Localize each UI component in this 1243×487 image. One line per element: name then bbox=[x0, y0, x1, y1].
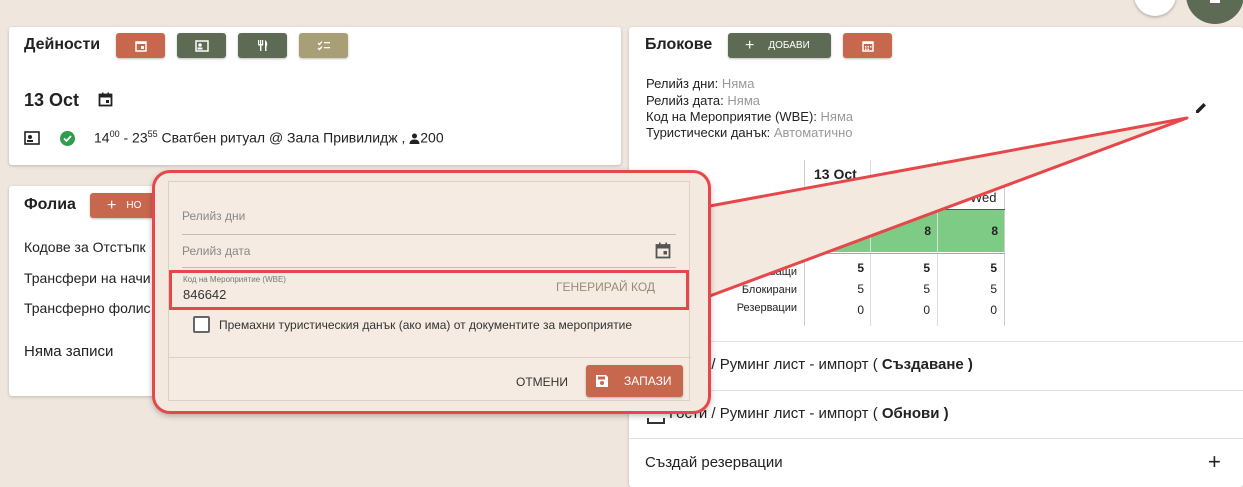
grid-total-cell: 8 bbox=[871, 210, 937, 252]
release-days-field[interactable]: Релийз дни bbox=[182, 209, 245, 223]
grid-cell: 0 bbox=[923, 303, 930, 317]
tourist-tax-row: Туристически данък: Автоматично bbox=[646, 125, 853, 140]
remove-tax-label: Премахни туристическия данък (ако има) о… bbox=[219, 318, 633, 332]
grid-total-cell: 8 bbox=[938, 210, 1004, 252]
tourist-tax-value: Автоматично bbox=[773, 125, 853, 140]
blocks-calendar-button[interactable] bbox=[843, 33, 892, 58]
event-code-value: Няма bbox=[820, 109, 854, 124]
activities-date: 13 Oct bbox=[24, 90, 80, 110]
generate-code-button[interactable]: ГЕНЕРИРАЙ КОД bbox=[556, 280, 655, 294]
floppy-disk-icon bbox=[596, 375, 608, 387]
release-date-field[interactable]: Релийз дата bbox=[182, 244, 250, 258]
import-icon bbox=[647, 418, 665, 424]
release-date-value: Няма bbox=[727, 93, 760, 108]
event-code-row: Код на Мероприятие (WBE): Няма bbox=[646, 109, 853, 124]
grid-cell: 5 bbox=[857, 261, 864, 275]
activities-title: Дейности bbox=[24, 36, 101, 53]
grid-cell: 5 bbox=[923, 261, 930, 275]
avatar-button[interactable] bbox=[1134, 0, 1176, 16]
popup-dialog: Релийз дни Релийз дата Код на Мероприяти… bbox=[168, 181, 691, 401]
calendar-button[interactable] bbox=[116, 33, 165, 58]
event-contact-icon bbox=[24, 131, 40, 145]
tourist-tax-label: Туристически данък: bbox=[646, 125, 771, 140]
calendar-icon bbox=[134, 40, 147, 52]
grid-total-cell: 8 bbox=[805, 210, 870, 252]
checklist-icon bbox=[317, 41, 330, 51]
cancel-button[interactable]: ОТМЕНИ bbox=[516, 375, 568, 389]
release-date-picker-icon[interactable] bbox=[655, 242, 671, 259]
edit-icon[interactable] bbox=[1194, 101, 1208, 115]
grid-day-header: Wed bbox=[970, 190, 997, 205]
release-days-row: Релийз дни: Няма bbox=[646, 76, 754, 91]
grid-cell: 5 bbox=[857, 282, 864, 296]
folio-add-label: НО bbox=[126, 200, 142, 211]
check-circle-icon bbox=[60, 131, 75, 146]
folio-item[interactable]: Кодове за Отстъпк bbox=[24, 239, 146, 255]
blocks-add-button[interactable]: + ДОБАВИ bbox=[728, 33, 831, 58]
rooming-import-create[interactable]: Гости / Руминг лист - импорт ( Създаване… bbox=[669, 356, 973, 373]
event-start-min: 00 bbox=[109, 129, 120, 139]
grid-cell: 0 bbox=[990, 303, 997, 317]
activities-card: Дейности 13 Oct 1400 - 2355 Сватбен риту… bbox=[9, 27, 621, 165]
plus-icon[interactable]: + bbox=[1208, 451, 1221, 473]
divider bbox=[629, 438, 1243, 439]
event-guests: 200 bbox=[420, 129, 444, 146]
checklist-button[interactable] bbox=[299, 33, 348, 58]
fab-icon bbox=[1210, 0, 1220, 3]
folio-item[interactable]: Трансфери на начи bbox=[24, 270, 151, 286]
blocks-add-label: ДОБАВИ bbox=[768, 40, 810, 51]
rooming-import-update[interactable]: Гости / Руминг лист - импорт ( Обнови ) bbox=[669, 405, 949, 422]
grid-row-label: Оставащи bbox=[744, 266, 797, 278]
blocks-title: Блокове bbox=[645, 36, 713, 53]
event-code-field-label: Код на Мероприятие (WBE) bbox=[183, 275, 286, 284]
blocks-grid: 13 Oct Wed 8 8 8 5 5 5 5 5 5 0 0 0 bbox=[804, 160, 1006, 326]
person-icon bbox=[409, 133, 420, 144]
folio-item[interactable]: Трансферно фолис bbox=[24, 300, 151, 316]
create-reservations-label[interactable]: Създай резервации bbox=[645, 454, 783, 471]
blocks-card: Блокове + ДОБАВИ Релийз дни: Няма Релийз … bbox=[629, 27, 1243, 487]
remove-tax-checkbox[interactable] bbox=[193, 316, 210, 333]
event-code-field[interactable]: Код на Мероприятие (WBE) 846642 ГЕНЕРИРА… bbox=[169, 270, 689, 310]
save-button[interactable]: ЗАПАЗИ bbox=[586, 365, 683, 397]
event-code-label: Код на Мероприятие (WBE): bbox=[646, 109, 817, 124]
grid-date-header: 13 Oct bbox=[814, 166, 857, 182]
folios-empty-text: Няма записи bbox=[24, 343, 114, 360]
restaurant-button[interactable] bbox=[238, 33, 287, 58]
save-label: ЗАПАЗИ bbox=[624, 374, 672, 388]
plus-icon: + bbox=[745, 36, 755, 54]
calendar-grid-icon bbox=[861, 40, 874, 52]
grid-cell: 5 bbox=[990, 282, 997, 296]
event-line[interactable]: 1400 - 2355 Сватбен ритуал @ Зала Привил… bbox=[94, 129, 444, 146]
grid-row-label: Резервации bbox=[736, 302, 797, 314]
event-text: Сватбен ритуал @ Зала Привилидж , bbox=[161, 129, 406, 146]
release-date-row: Релийз дата: Няма bbox=[646, 93, 760, 108]
date-picker-icon[interactable] bbox=[98, 92, 113, 107]
event-code-field-value: 846642 bbox=[183, 287, 227, 302]
fab-button[interactable] bbox=[1186, 0, 1243, 24]
contact-button[interactable] bbox=[177, 33, 226, 58]
contact-card-icon bbox=[194, 39, 209, 52]
event-end-min: 55 bbox=[147, 129, 158, 139]
grid-row-label: Блокирани bbox=[741, 284, 797, 296]
grid-cell: 0 bbox=[857, 303, 864, 317]
divider bbox=[629, 341, 1243, 342]
divider bbox=[629, 390, 1243, 391]
plus-icon: + bbox=[107, 196, 117, 214]
release-date-label: Релийз дата: bbox=[646, 93, 724, 108]
grid-cell: 5 bbox=[990, 261, 997, 275]
folios-title: Фолиа bbox=[24, 196, 76, 213]
release-days-label: Релийз дни: bbox=[646, 76, 719, 91]
grid-cell: 5 bbox=[923, 282, 930, 296]
release-days-value: Няма bbox=[721, 76, 755, 91]
event-start-hour: 14 bbox=[94, 129, 110, 146]
fork-knife-icon bbox=[257, 40, 267, 51]
event-end-hour: 23 bbox=[132, 129, 148, 146]
popup-callout: Релийз дни Релийз дата Код на Мероприяти… bbox=[152, 170, 711, 414]
